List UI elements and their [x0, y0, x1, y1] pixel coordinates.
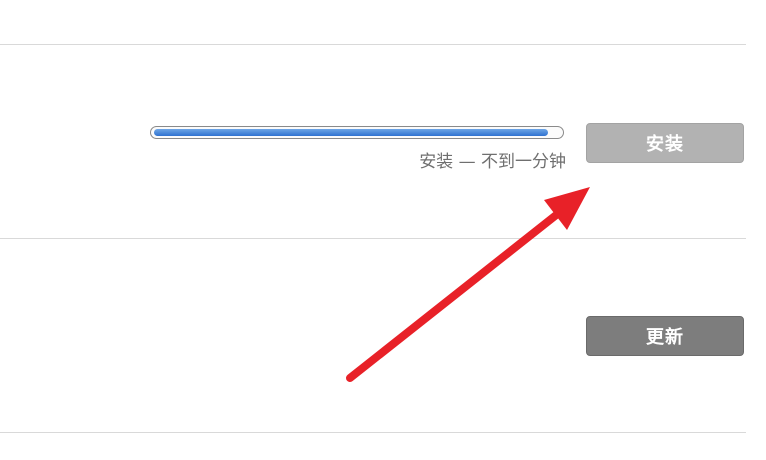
annotation-arrow-head — [544, 187, 590, 230]
install-button[interactable]: 安装 — [586, 123, 744, 163]
baidu-jingyan-watermark — [588, 378, 758, 448]
install-progress-bar — [150, 126, 564, 139]
update-button[interactable]: 更新 — [586, 316, 744, 356]
app-list-panel: 安装 — 不到一分钟 安装 更新 — [0, 0, 766, 460]
annotation-arrow-shaft — [346, 208, 564, 382]
row-divider-middle — [0, 238, 746, 239]
install-progress-fill — [154, 129, 548, 136]
row-divider-top — [0, 44, 746, 45]
install-progress-status: 安装 — 不到一分钟 — [419, 152, 566, 172]
